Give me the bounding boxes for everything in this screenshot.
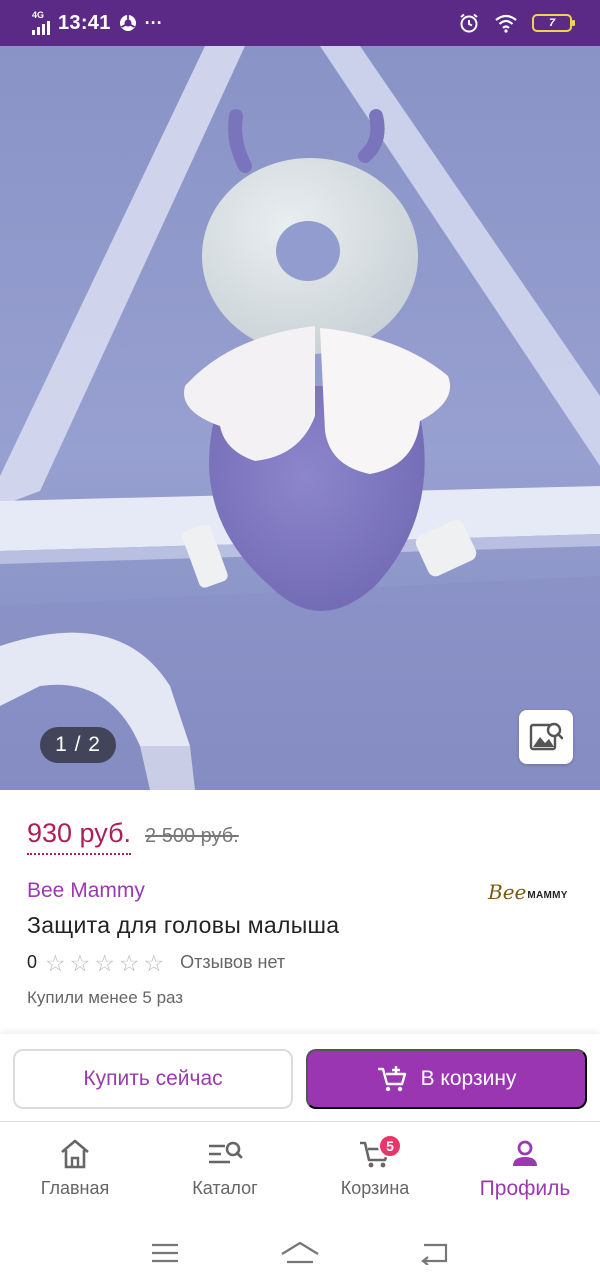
home-icon <box>61 1139 89 1169</box>
battery-level: 7 <box>548 17 556 29</box>
back-icon[interactable] <box>420 1241 450 1265</box>
nav-item-cart[interactable]: 5 Корзина <box>300 1122 450 1220</box>
signal-indicator: 4G <box>32 11 50 35</box>
buy-now-button[interactable]: Купить сейчас <box>13 1049 293 1109</box>
status-bar: 4G 13:41 ··· 7 <box>0 0 600 46</box>
profile-icon <box>513 1140 537 1166</box>
add-to-cart-button[interactable]: В корзину <box>306 1049 587 1109</box>
brand-logo-text: Bee <box>488 880 527 904</box>
nav-item-profile[interactable]: Профиль <box>450 1122 600 1220</box>
chrome-icon <box>119 15 136 31</box>
star-icon: ☆ <box>118 949 140 976</box>
wifi-icon <box>495 14 517 33</box>
reviews-link[interactable]: Отзывов нет <box>180 952 285 973</box>
star-icon: ☆ <box>94 949 115 976</box>
action-bar: Купить сейчас В корзину <box>0 1034 600 1122</box>
clock: 13:41 <box>58 11 111 34</box>
cart-count-badge: 5 <box>378 1134 402 1158</box>
home-system-icon[interactable] <box>279 1240 321 1266</box>
network-type: 4G <box>32 10 45 20</box>
product-image-gallery[interactable]: 1 / 2 <box>0 46 600 790</box>
catalog-search-icon <box>209 1141 243 1164</box>
rating-value: 0 <box>27 952 38 972</box>
system-navigation-bar <box>0 1220 600 1285</box>
rating-stars: ☆ ☆ ☆ ☆ ☆ <box>45 949 165 976</box>
image-counter: 1 / 2 <box>40 727 116 763</box>
photo-search-button[interactable] <box>519 710 573 764</box>
nav-label-catalog: Каталог <box>192 1178 258 1198</box>
nav-label-home: Главная <box>40 1178 110 1198</box>
star-icon: ☆ <box>143 949 165 976</box>
nav-item-catalog[interactable]: Каталог <box>150 1122 300 1220</box>
more-notifications-icon: ··· <box>144 12 163 33</box>
bottom-navigation: Главная Каталог 5 Корзина Профиль <box>0 1122 600 1220</box>
add-to-cart-label: В корзину <box>420 1067 517 1090</box>
signal-bars-icon <box>32 21 50 35</box>
star-icon: ☆ <box>45 949 66 976</box>
brand-logo-subtext: MAMMY <box>527 890 568 901</box>
product-photo <box>0 46 600 790</box>
add-to-cart-icon <box>377 1066 406 1092</box>
battery-icon: 7 <box>532 14 575 32</box>
old-price: 2 500 руб. <box>145 825 239 847</box>
alarm-icon <box>460 13 478 33</box>
product-details: 930 руб. 2 500 руб. Bee Mammy Bee MAMMY … <box>0 790 600 1034</box>
brand-logo[interactable]: Bee MAMMY <box>488 880 568 904</box>
image-search-icon <box>529 722 563 751</box>
brand-link[interactable]: Bee Mammy <box>27 879 145 903</box>
price-row: 930 руб. 2 500 руб. <box>27 818 239 855</box>
current-price[interactable]: 930 руб. <box>27 818 132 855</box>
purchase-count: Купили менее 5 раз <box>27 988 184 1007</box>
rating-row[interactable]: 0 ☆ ☆ ☆ ☆ ☆ Отзывов нет <box>27 949 285 976</box>
product-title: Защита для головы малыша <box>27 912 340 938</box>
star-icon: ☆ <box>69 949 91 976</box>
nav-label-profile: Профиль <box>479 1177 571 1200</box>
nav-item-home[interactable]: Главная <box>0 1122 150 1220</box>
nav-label-cart: Корзина <box>340 1178 410 1198</box>
menu-icon[interactable] <box>150 1242 180 1264</box>
